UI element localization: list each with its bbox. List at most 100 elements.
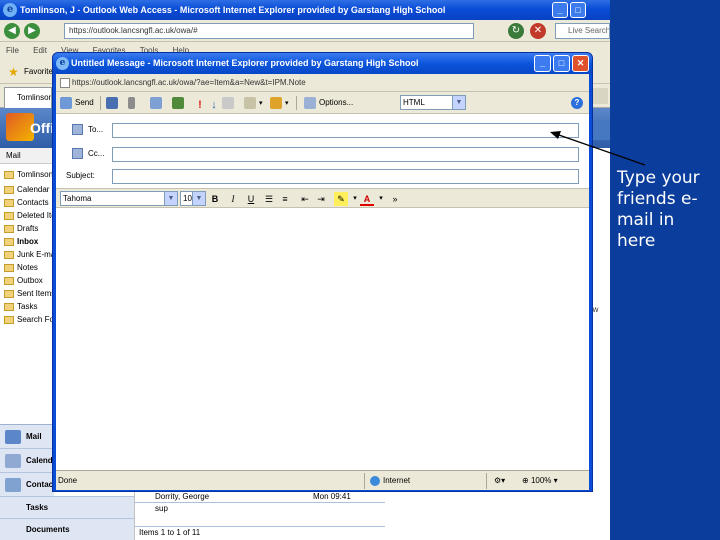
numbering-icon[interactable]: ≡ (278, 192, 292, 206)
internet-zone: Internet (370, 474, 410, 488)
font-color-icon[interactable]: A (360, 192, 374, 206)
folder-item[interactable]: Notes (4, 261, 38, 274)
folder-icon (4, 289, 14, 298)
message-sender[interactable]: Dorrity, George (155, 492, 209, 501)
compose-toolbar: Send ! ↓ ▾ ▾ Options... HTML ▼ ? (56, 92, 589, 114)
font-size-select[interactable]: 10 ▼ (180, 191, 206, 206)
nav-tasks-button[interactable]: Tasks (0, 496, 134, 518)
importance-low-button[interactable]: ↓ (208, 95, 223, 111)
compose-maximize-icon[interactable]: □ (553, 55, 570, 72)
banner-right-strip (592, 120, 610, 140)
folder-item[interactable]: Calendar (4, 183, 49, 196)
options-button[interactable]: Options... (304, 95, 353, 111)
italic-button[interactable]: I (226, 192, 240, 206)
print-icon[interactable] (592, 88, 608, 104)
ie-icon: e (3, 3, 17, 17)
browser-tab[interactable]: Tomlinson (4, 87, 52, 108)
folder-item[interactable]: Junk E-mail (4, 248, 59, 261)
folder-item[interactable]: Sent Items (4, 287, 55, 300)
chevron-down-icon: ▼ (452, 96, 465, 109)
cc-button[interactable]: Cc... (88, 147, 104, 161)
increase-indent-icon[interactable]: ⇥ (314, 192, 328, 206)
bullets-icon[interactable]: ☰ (262, 192, 276, 206)
background-address-bar: ◀ ▶ https://outlook.lancsngfl.ac.uk/owa/… (0, 20, 610, 42)
flag-icon (222, 96, 234, 109)
to-field[interactable] (112, 123, 579, 138)
status-divider (486, 473, 487, 489)
zoom-icon: ⊕ (522, 476, 531, 485)
calendar-icon (5, 454, 21, 468)
forward-icon[interactable]: ▶ (24, 23, 40, 39)
message-subject[interactable]: sup (155, 504, 168, 513)
check-names-button[interactable] (172, 95, 187, 111)
formatting-toolbar: Tahoma ▼ 10 ▼ B I U ☰ ≡ ⇤ ⇥ ✎ ▾ A ▾ » (56, 188, 589, 208)
help-icon[interactable]: ? (571, 97, 583, 109)
refresh-icon[interactable]: ↻ (508, 23, 524, 39)
folder-item[interactable]: Tomlinson (4, 168, 53, 181)
save-button[interactable] (106, 95, 121, 111)
folder-item[interactable]: Contacts (4, 196, 49, 209)
subject-field[interactable] (112, 169, 579, 184)
signature-icon (270, 96, 282, 109)
menu-file[interactable]: File (6, 46, 19, 55)
globe-icon (370, 475, 380, 486)
zoom-control[interactable]: ⊕ 100% ▾ (522, 474, 558, 488)
nav-contacts-button[interactable]: Contacts (0, 473, 54, 497)
spelling-button[interactable]: ▾ (244, 95, 263, 111)
underline-button[interactable]: U (244, 192, 258, 206)
folder-icon (4, 315, 14, 324)
nav-mail-button[interactable]: Mail (0, 425, 54, 449)
chevron-down-icon: ▼ (164, 192, 177, 205)
live-search-input[interactable]: Live Search (555, 23, 610, 39)
send-button[interactable]: Send (60, 95, 94, 111)
nav-documents-button[interactable]: Documents (0, 518, 134, 540)
message-time: Mon 09:41 (313, 492, 351, 501)
address-book-button[interactable] (150, 95, 165, 111)
font-select[interactable]: Tahoma ▼ (60, 191, 178, 206)
mail-icon (5, 430, 21, 444)
compose-window: e Untitled Message - Microsoft Internet … (52, 52, 593, 492)
folder-item-inbox[interactable]: Inbox (4, 235, 38, 248)
compose-url[interactable]: https://outlook.lancsngfl.ac.uk/owa/?ae=… (72, 76, 582, 90)
highlight-icon[interactable]: ✎ (334, 192, 348, 206)
check-names-icon (172, 96, 184, 109)
flag-button[interactable] (222, 95, 237, 111)
folder-item[interactable]: Tasks (4, 300, 37, 313)
format-select[interactable]: HTML ▼ (400, 95, 466, 110)
compose-minimize-icon[interactable]: _ (534, 55, 551, 72)
background-url-field[interactable]: https://outlook.lancsngfl.ac.uk/owa/# (64, 23, 474, 39)
compose-close-icon[interactable]: ✕ (572, 55, 589, 72)
cc-field[interactable] (112, 147, 579, 162)
bold-button[interactable]: B (208, 192, 222, 206)
spelling-icon (244, 96, 256, 109)
to-button[interactable]: To... (88, 123, 103, 137)
insert-signature-button[interactable]: ▾ (270, 95, 289, 111)
page-icon (60, 78, 70, 88)
status-text: Done (58, 476, 78, 485)
maximize-icon[interactable]: □ (570, 2, 586, 18)
options-icon (304, 96, 316, 109)
importance-high-button[interactable]: ! (194, 95, 209, 111)
chevron-down-icon[interactable]: ▾ (374, 192, 388, 206)
folder-item[interactable]: Outbox (4, 274, 43, 287)
more-options-icon[interactable]: » (388, 192, 402, 206)
attach-button[interactable] (128, 95, 138, 111)
stop-icon[interactable]: ✕ (530, 23, 546, 39)
subject-label: Subject: (66, 171, 95, 180)
message-list: Dorrity, George Mon 09:41 sup Items 1 to… (134, 490, 385, 540)
menu-edit[interactable]: Edit (33, 46, 47, 55)
favorites-star-icon[interactable]: ★ (8, 65, 19, 79)
folder-item[interactable]: Drafts (4, 222, 38, 235)
nav-calendar-button[interactable]: Calendar (0, 449, 54, 473)
background-title-bar: e Tomlinson, J - Outlook Web Access - Mi… (0, 0, 610, 20)
chevron-down-icon: ▼ (192, 192, 205, 205)
back-icon[interactable]: ◀ (4, 23, 20, 39)
annotation-panel: Type your friends e-mail in here (610, 0, 720, 540)
message-body[interactable] (56, 208, 589, 470)
minimize-icon[interactable]: _ (552, 2, 568, 18)
inbox-icon (4, 237, 14, 246)
folder-icon (4, 185, 14, 194)
subject-row: Subject: (56, 166, 589, 188)
folder-icon (4, 170, 14, 179)
decrease-indent-icon[interactable]: ⇤ (298, 192, 312, 206)
